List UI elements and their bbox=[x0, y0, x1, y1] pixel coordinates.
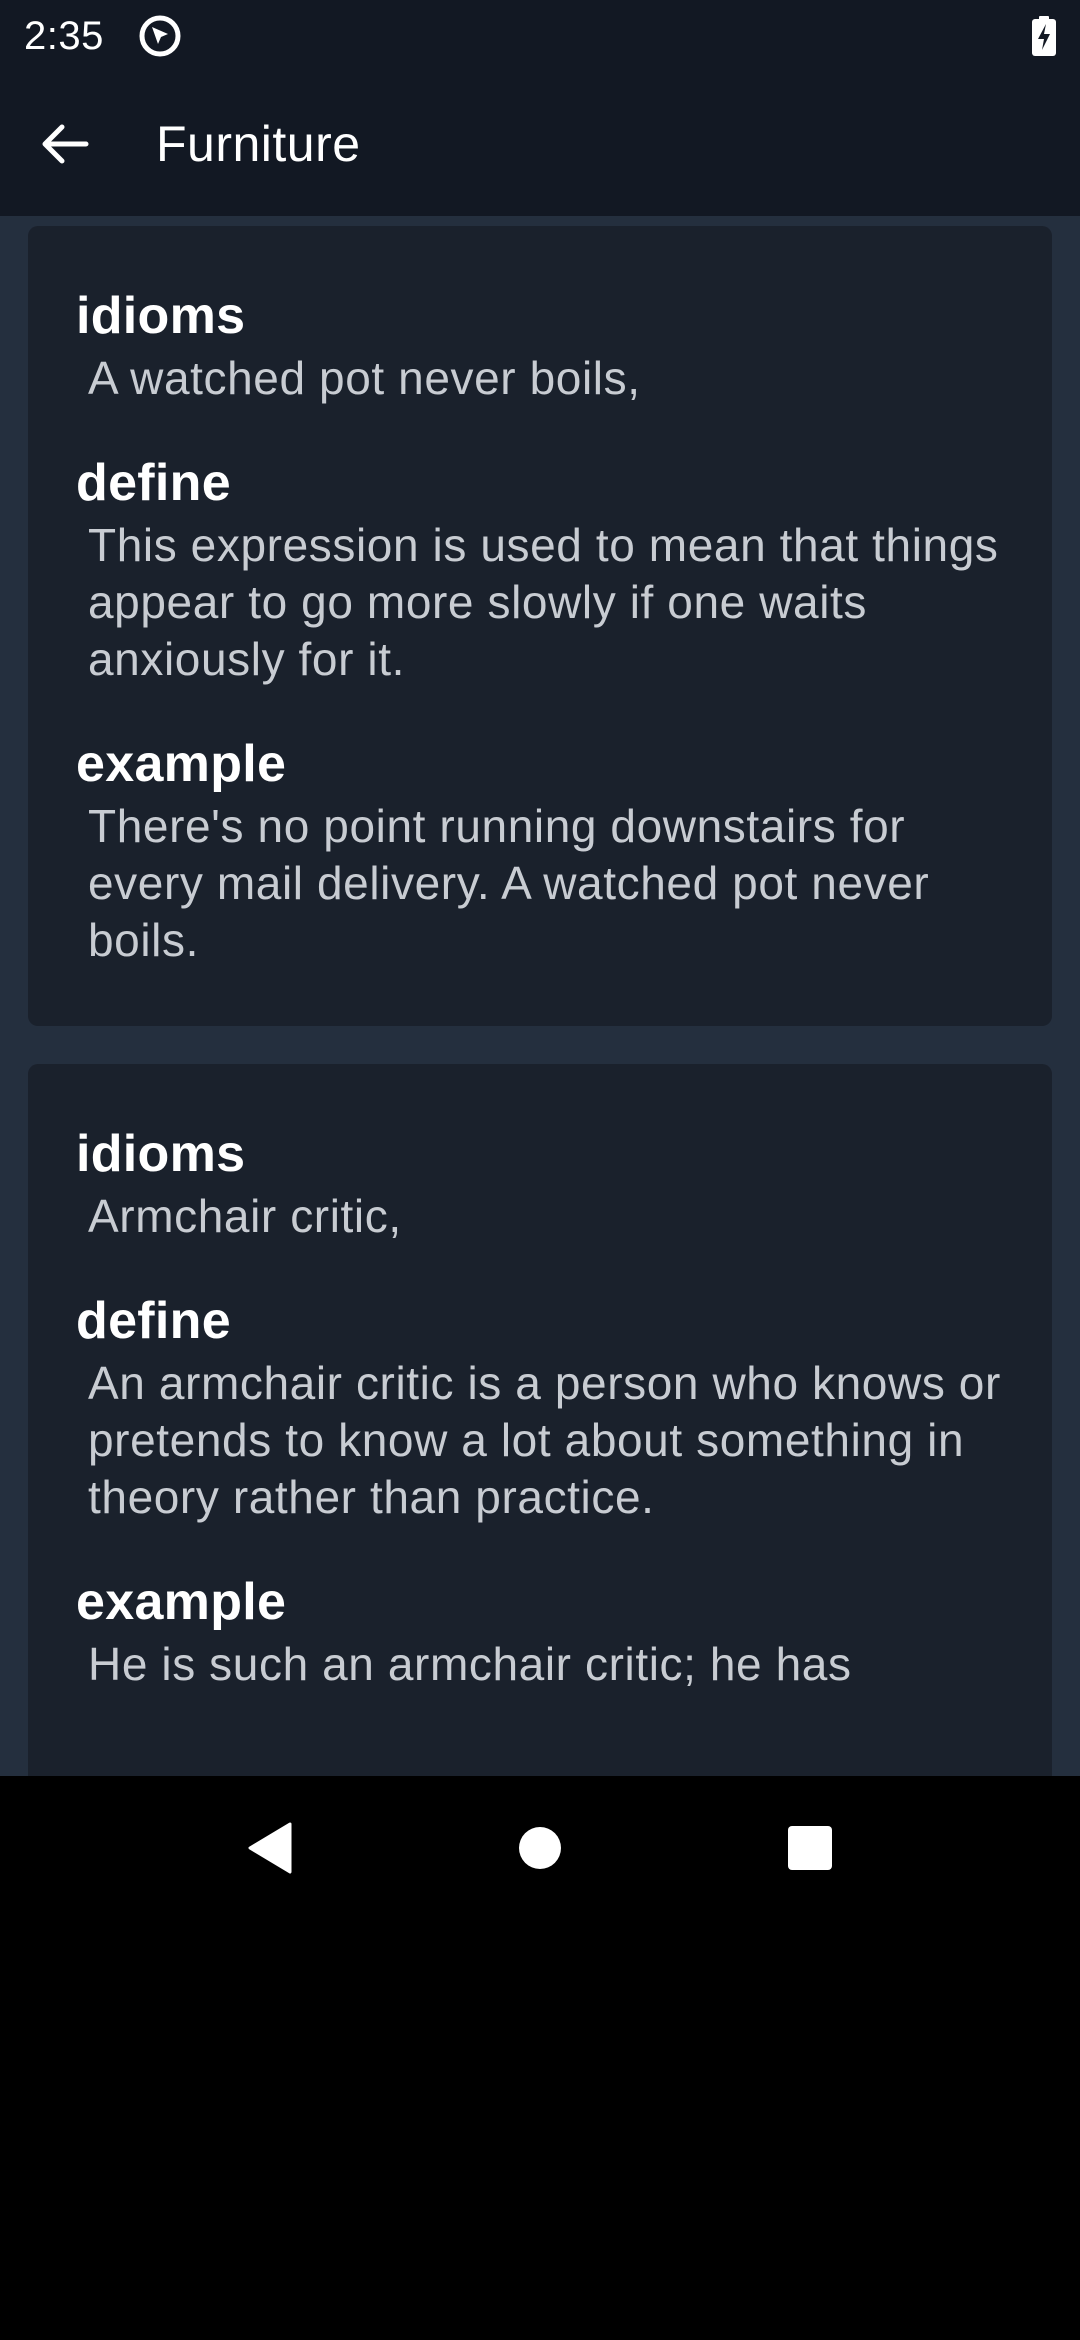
nav-home-circle-icon bbox=[519, 1827, 561, 1869]
idioms-field: idioms Armchair critic, bbox=[76, 1124, 1004, 1245]
idioms-field: idioms A watched pot never boils, bbox=[76, 286, 1004, 407]
nav-back-triangle-icon bbox=[248, 1822, 292, 1874]
example-label: example bbox=[76, 735, 287, 793]
page-title: Furniture bbox=[156, 116, 361, 172]
example-field: example He is such an armchair critic; h… bbox=[76, 1572, 1004, 1693]
app-notification-icon bbox=[138, 14, 182, 58]
system-nav-bar bbox=[0, 1776, 1080, 1920]
define-value: An armchair critic is a person who knows… bbox=[88, 1357, 1001, 1523]
idioms-value: Armchair critic, bbox=[88, 1190, 402, 1242]
idiom-card[interactable]: idioms Armchair critic, define An armcha… bbox=[28, 1064, 1052, 1776]
nav-recents-button[interactable] bbox=[774, 1812, 846, 1884]
example-field: example There's no point running downsta… bbox=[76, 734, 1004, 969]
status-time: 2:35 bbox=[24, 14, 104, 58]
idioms-label: idioms bbox=[76, 287, 246, 345]
define-label: define bbox=[76, 454, 231, 512]
status-bar: 2:35 bbox=[0, 0, 1080, 72]
define-field: define An armchair critic is a person wh… bbox=[76, 1291, 1004, 1526]
back-button[interactable] bbox=[24, 108, 104, 180]
screen: 2:35 Furniture idioms A watched pot neve… bbox=[0, 0, 1080, 1776]
idioms-label: idioms bbox=[76, 1125, 246, 1183]
example-value: There's no point running downstairs for … bbox=[88, 800, 930, 966]
idioms-value: A watched pot never boils, bbox=[88, 352, 641, 404]
example-value: He is such an armchair critic; he has bbox=[88, 1638, 852, 1690]
battery-charging-icon bbox=[1032, 16, 1056, 56]
nav-home-button[interactable] bbox=[504, 1812, 576, 1884]
define-field: define This expression is used to mean t… bbox=[76, 453, 1004, 688]
idiom-card[interactable]: idioms A watched pot never boils, define… bbox=[28, 226, 1052, 1026]
define-value: This expression is used to mean that thi… bbox=[88, 519, 999, 685]
app-bar: Furniture bbox=[0, 72, 1080, 216]
arrow-back-icon bbox=[42, 124, 89, 164]
nav-back-button[interactable] bbox=[234, 1812, 306, 1884]
example-label: example bbox=[76, 1573, 287, 1631]
define-label: define bbox=[76, 1292, 231, 1350]
idiom-list[interactable]: idioms A watched pot never boils, define… bbox=[0, 216, 1080, 1776]
nav-recents-square-icon bbox=[788, 1826, 832, 1870]
